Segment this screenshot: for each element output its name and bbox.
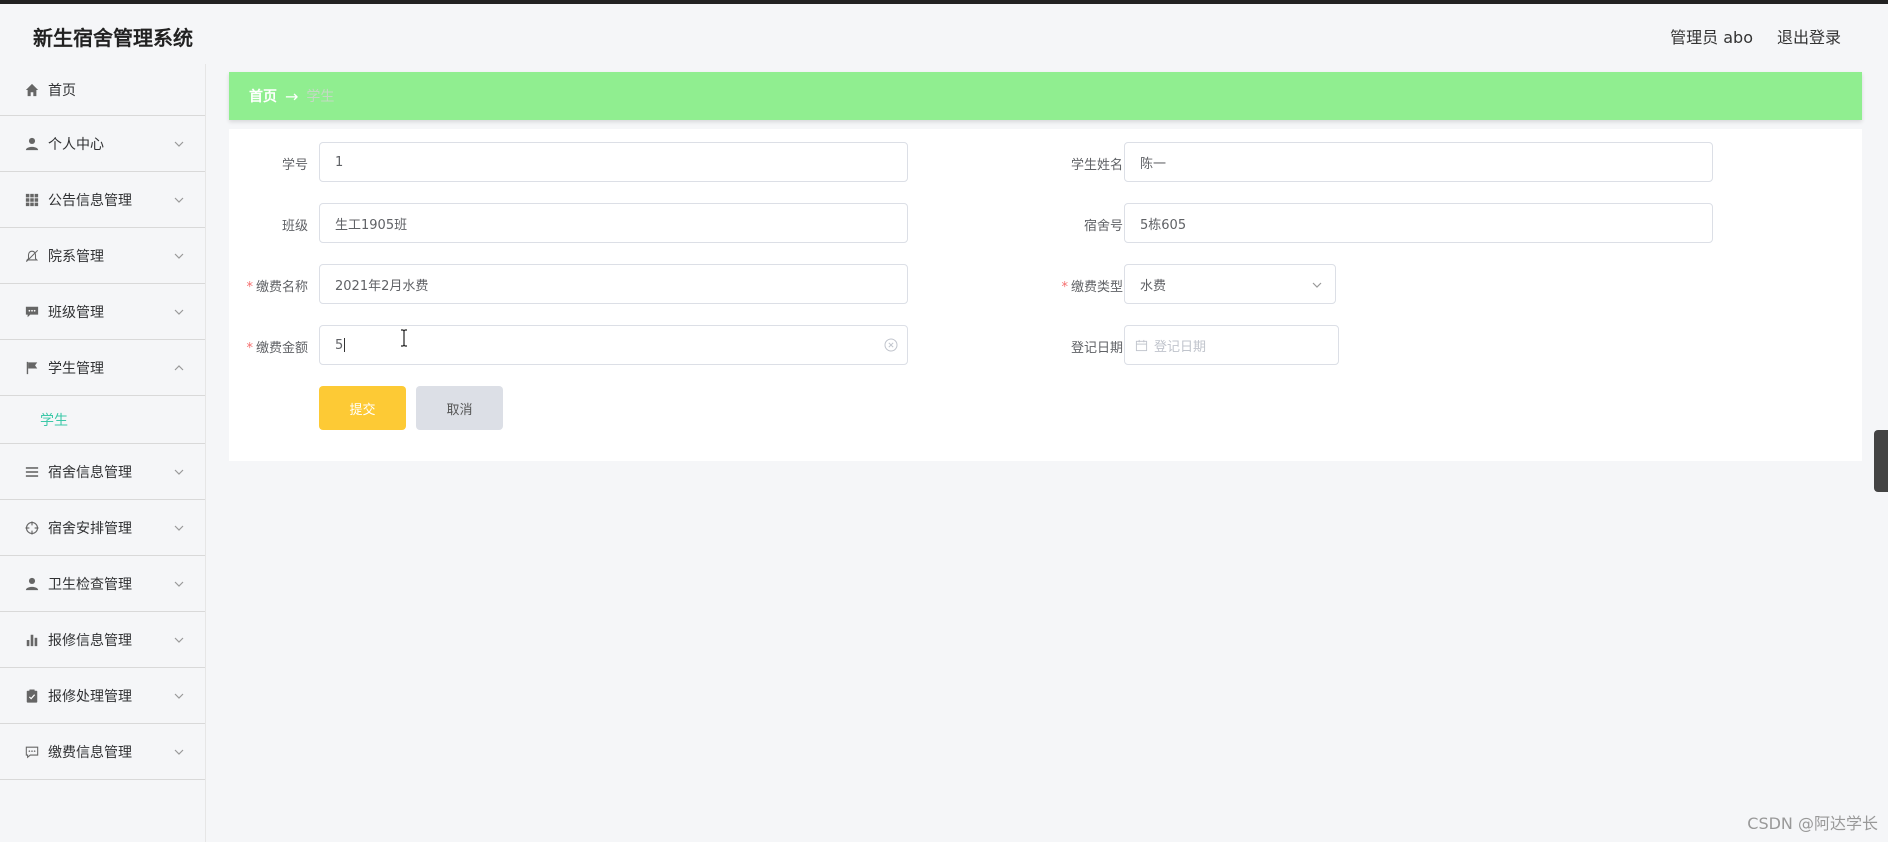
calendar-icon bbox=[1135, 339, 1148, 351]
sidebar-item-label: 宿舍信息管理 bbox=[48, 464, 132, 481]
reg-date-placeholder: 登记日期 bbox=[1154, 339, 1207, 355]
flag-icon bbox=[24, 360, 40, 376]
sidebar-item-label: 院系管理 bbox=[48, 248, 104, 265]
breadcrumb-current: 学生 bbox=[306, 89, 335, 105]
dorm-no-input[interactable]: 5栋605 bbox=[1124, 203, 1713, 243]
fee-name-input[interactable]: 2021年2月水费 bbox=[319, 264, 908, 304]
sidebar-item-label: 个人中心 bbox=[48, 136, 104, 153]
reg-date-picker[interactable]: 登记日期 bbox=[1124, 325, 1339, 365]
fee-name-value: 2021年2月水费 bbox=[335, 278, 429, 294]
text-caret bbox=[344, 338, 346, 352]
form-panel: 学号 1 学生姓名 陈一 班级 生工1905班 宿舍号 5栋605 * 缴费名称 … bbox=[229, 129, 1862, 461]
top-right-actions: 管理员 abo 退出登录 bbox=[1670, 24, 1841, 48]
sidebar-item-label: 班级管理 bbox=[48, 304, 104, 321]
student-name-label: 学生姓名 bbox=[1070, 158, 1123, 173]
sidebar-item-label: 学生管理 bbox=[48, 360, 104, 377]
sidebar-item-label: 宿舍安排管理 bbox=[48, 520, 132, 537]
sidebar-subitem-student[interactable]: 学生 bbox=[0, 396, 205, 444]
sidebar-item-personal-center[interactable]: 个人中心 bbox=[0, 116, 205, 172]
chevron-down-icon bbox=[174, 309, 184, 315]
chevron-up-icon bbox=[174, 365, 184, 371]
chevron-down-icon bbox=[174, 197, 184, 203]
bar-chart-icon bbox=[24, 632, 40, 648]
side-panel-handle[interactable] bbox=[1874, 430, 1888, 492]
student-id-label: 学号 bbox=[281, 158, 308, 173]
sidebar-item-label: 报修处理管理 bbox=[48, 688, 132, 705]
fee-name-label: * 缴费名称 bbox=[246, 280, 308, 295]
target-icon bbox=[24, 520, 40, 536]
chevron-down-icon bbox=[174, 253, 184, 259]
fee-amount-value: 5 bbox=[335, 337, 344, 353]
sidebar-item-label: 缴费信息管理 bbox=[48, 744, 132, 761]
sidebar-item-dorm-arrangement[interactable]: 宿舍安排管理 bbox=[0, 500, 205, 556]
sidebar-item-department-management[interactable]: 院系管理 bbox=[0, 228, 205, 284]
top-bar: 新生宿舍管理系统 管理员 abo 退出登录 bbox=[0, 0, 1888, 64]
dorm-no-label: 宿舍号 bbox=[1083, 219, 1123, 234]
sidebar-item-label: 首页 bbox=[48, 82, 76, 99]
student-name-input[interactable]: 陈一 bbox=[1124, 142, 1713, 182]
breadcrumb-home-link[interactable]: 首页 bbox=[249, 86, 277, 106]
sidebar-item-label: 公告信息管理 bbox=[48, 192, 132, 209]
cancel-button[interactable]: 取消 bbox=[416, 386, 503, 430]
fee-type-select[interactable]: 水费 bbox=[1124, 264, 1336, 304]
app-title: 新生宿舍管理系统 bbox=[33, 26, 193, 50]
message-icon bbox=[24, 744, 40, 760]
student-name-value: 陈一 bbox=[1140, 156, 1167, 172]
user-icon bbox=[24, 136, 40, 152]
user-icon bbox=[24, 576, 40, 592]
sidebar-item-home[interactable]: 首页 bbox=[0, 64, 205, 116]
text-cursor-icon bbox=[401, 329, 407, 347]
home-icon bbox=[24, 82, 40, 98]
chevron-down-icon bbox=[174, 141, 184, 147]
chevron-down-icon bbox=[174, 581, 184, 587]
chevron-down-icon bbox=[174, 637, 184, 643]
sidebar: 首页 个人中心 公告信息管理 院系管理 班级管理 学生管理 学生 宿舍信息管理 … bbox=[0, 64, 206, 842]
grid-icon bbox=[24, 192, 40, 208]
class-value: 生工1905班 bbox=[335, 217, 408, 233]
sidebar-item-class-management[interactable]: 班级管理 bbox=[0, 284, 205, 340]
dorm-no-value: 5栋605 bbox=[1140, 217, 1187, 233]
chevron-down-icon bbox=[174, 693, 184, 699]
bell-off-icon bbox=[24, 248, 40, 264]
submit-button[interactable]: 提交 bbox=[319, 386, 406, 430]
student-id-input[interactable]: 1 bbox=[319, 142, 908, 182]
menu-icon bbox=[24, 464, 40, 480]
current-user-label: 管理员 abo bbox=[1670, 28, 1753, 47]
chevron-down-icon bbox=[174, 525, 184, 531]
sidebar-item-repair-handling[interactable]: 报修处理管理 bbox=[0, 668, 205, 724]
sidebar-item-payment-info[interactable]: 缴费信息管理 bbox=[0, 724, 205, 780]
chevron-down-icon bbox=[174, 749, 184, 755]
breadcrumb: 首页 → 学生 bbox=[229, 72, 1862, 120]
sidebar-item-notice-management[interactable]: 公告信息管理 bbox=[0, 172, 205, 228]
fee-type-value: 水费 bbox=[1140, 278, 1167, 294]
fee-amount-label: * 缴费金额 bbox=[246, 341, 308, 356]
watermark: CSDN @阿达学长 bbox=[1747, 814, 1878, 833]
sidebar-item-hygiene-inspection[interactable]: 卫生检查管理 bbox=[0, 556, 205, 612]
fee-type-label: * 缴费类型 bbox=[1061, 280, 1123, 295]
breadcrumb-arrow-icon: → bbox=[285, 86, 299, 106]
clear-icon[interactable] bbox=[884, 338, 898, 352]
chevron-down-icon bbox=[1312, 282, 1322, 288]
class-label: 班级 bbox=[281, 219, 308, 234]
sidebar-item-label: 卫生检查管理 bbox=[48, 576, 132, 593]
student-id-value: 1 bbox=[335, 154, 344, 170]
logout-link[interactable]: 退出登录 bbox=[1777, 24, 1841, 48]
sidebar-item-student-management[interactable]: 学生管理 bbox=[0, 340, 205, 396]
chat-icon bbox=[24, 304, 40, 320]
clipboard-icon bbox=[24, 688, 40, 704]
class-input[interactable]: 生工1905班 bbox=[319, 203, 908, 243]
reg-date-label: 登记日期 bbox=[1070, 341, 1123, 356]
sidebar-item-label: 报修信息管理 bbox=[48, 632, 132, 649]
sidebar-item-repair-info[interactable]: 报修信息管理 bbox=[0, 612, 205, 668]
sidebar-item-dorm-info-management[interactable]: 宿舍信息管理 bbox=[0, 444, 205, 500]
chevron-down-icon bbox=[174, 469, 184, 475]
